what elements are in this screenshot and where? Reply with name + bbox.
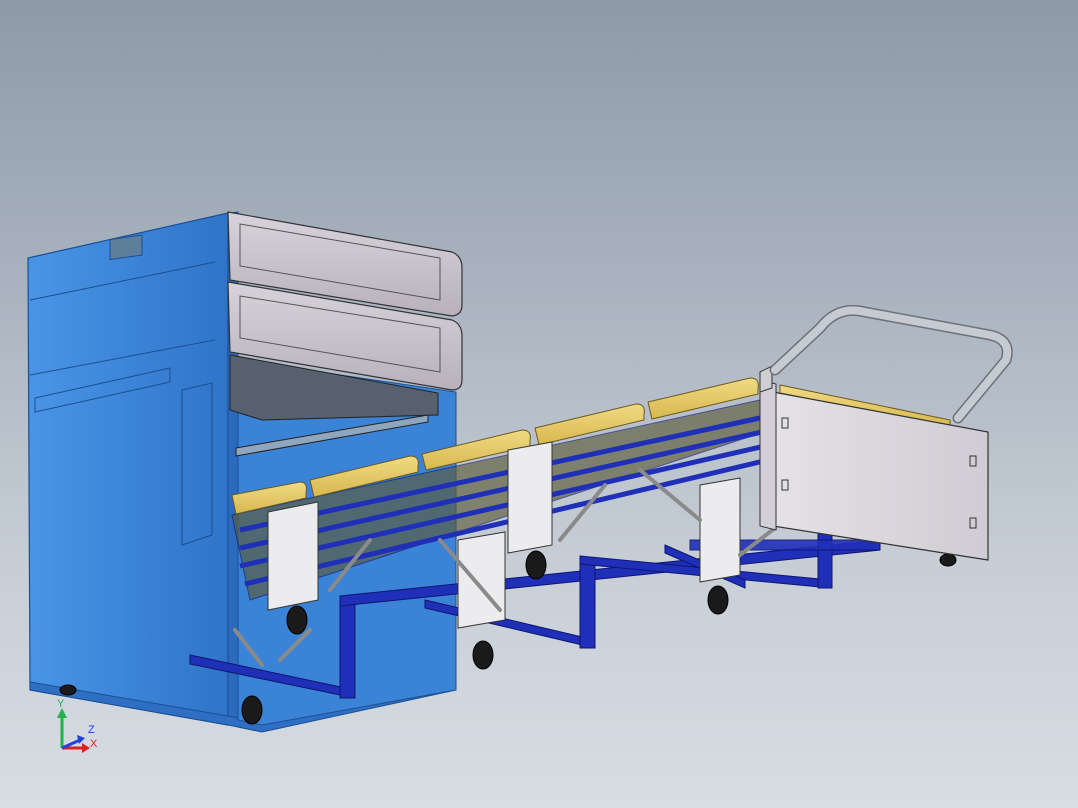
bed-cabinet-model[interactable] xyxy=(0,0,1078,808)
coordinate-triad: Y Z X xyxy=(52,698,112,764)
cad-viewport[interactable]: Y Z X xyxy=(0,0,1078,808)
axis-label-x: X xyxy=(90,738,98,750)
axis-label-z: Z xyxy=(88,724,95,736)
triad-axes-icon xyxy=(57,708,90,753)
axis-label-y: Y xyxy=(57,698,65,710)
